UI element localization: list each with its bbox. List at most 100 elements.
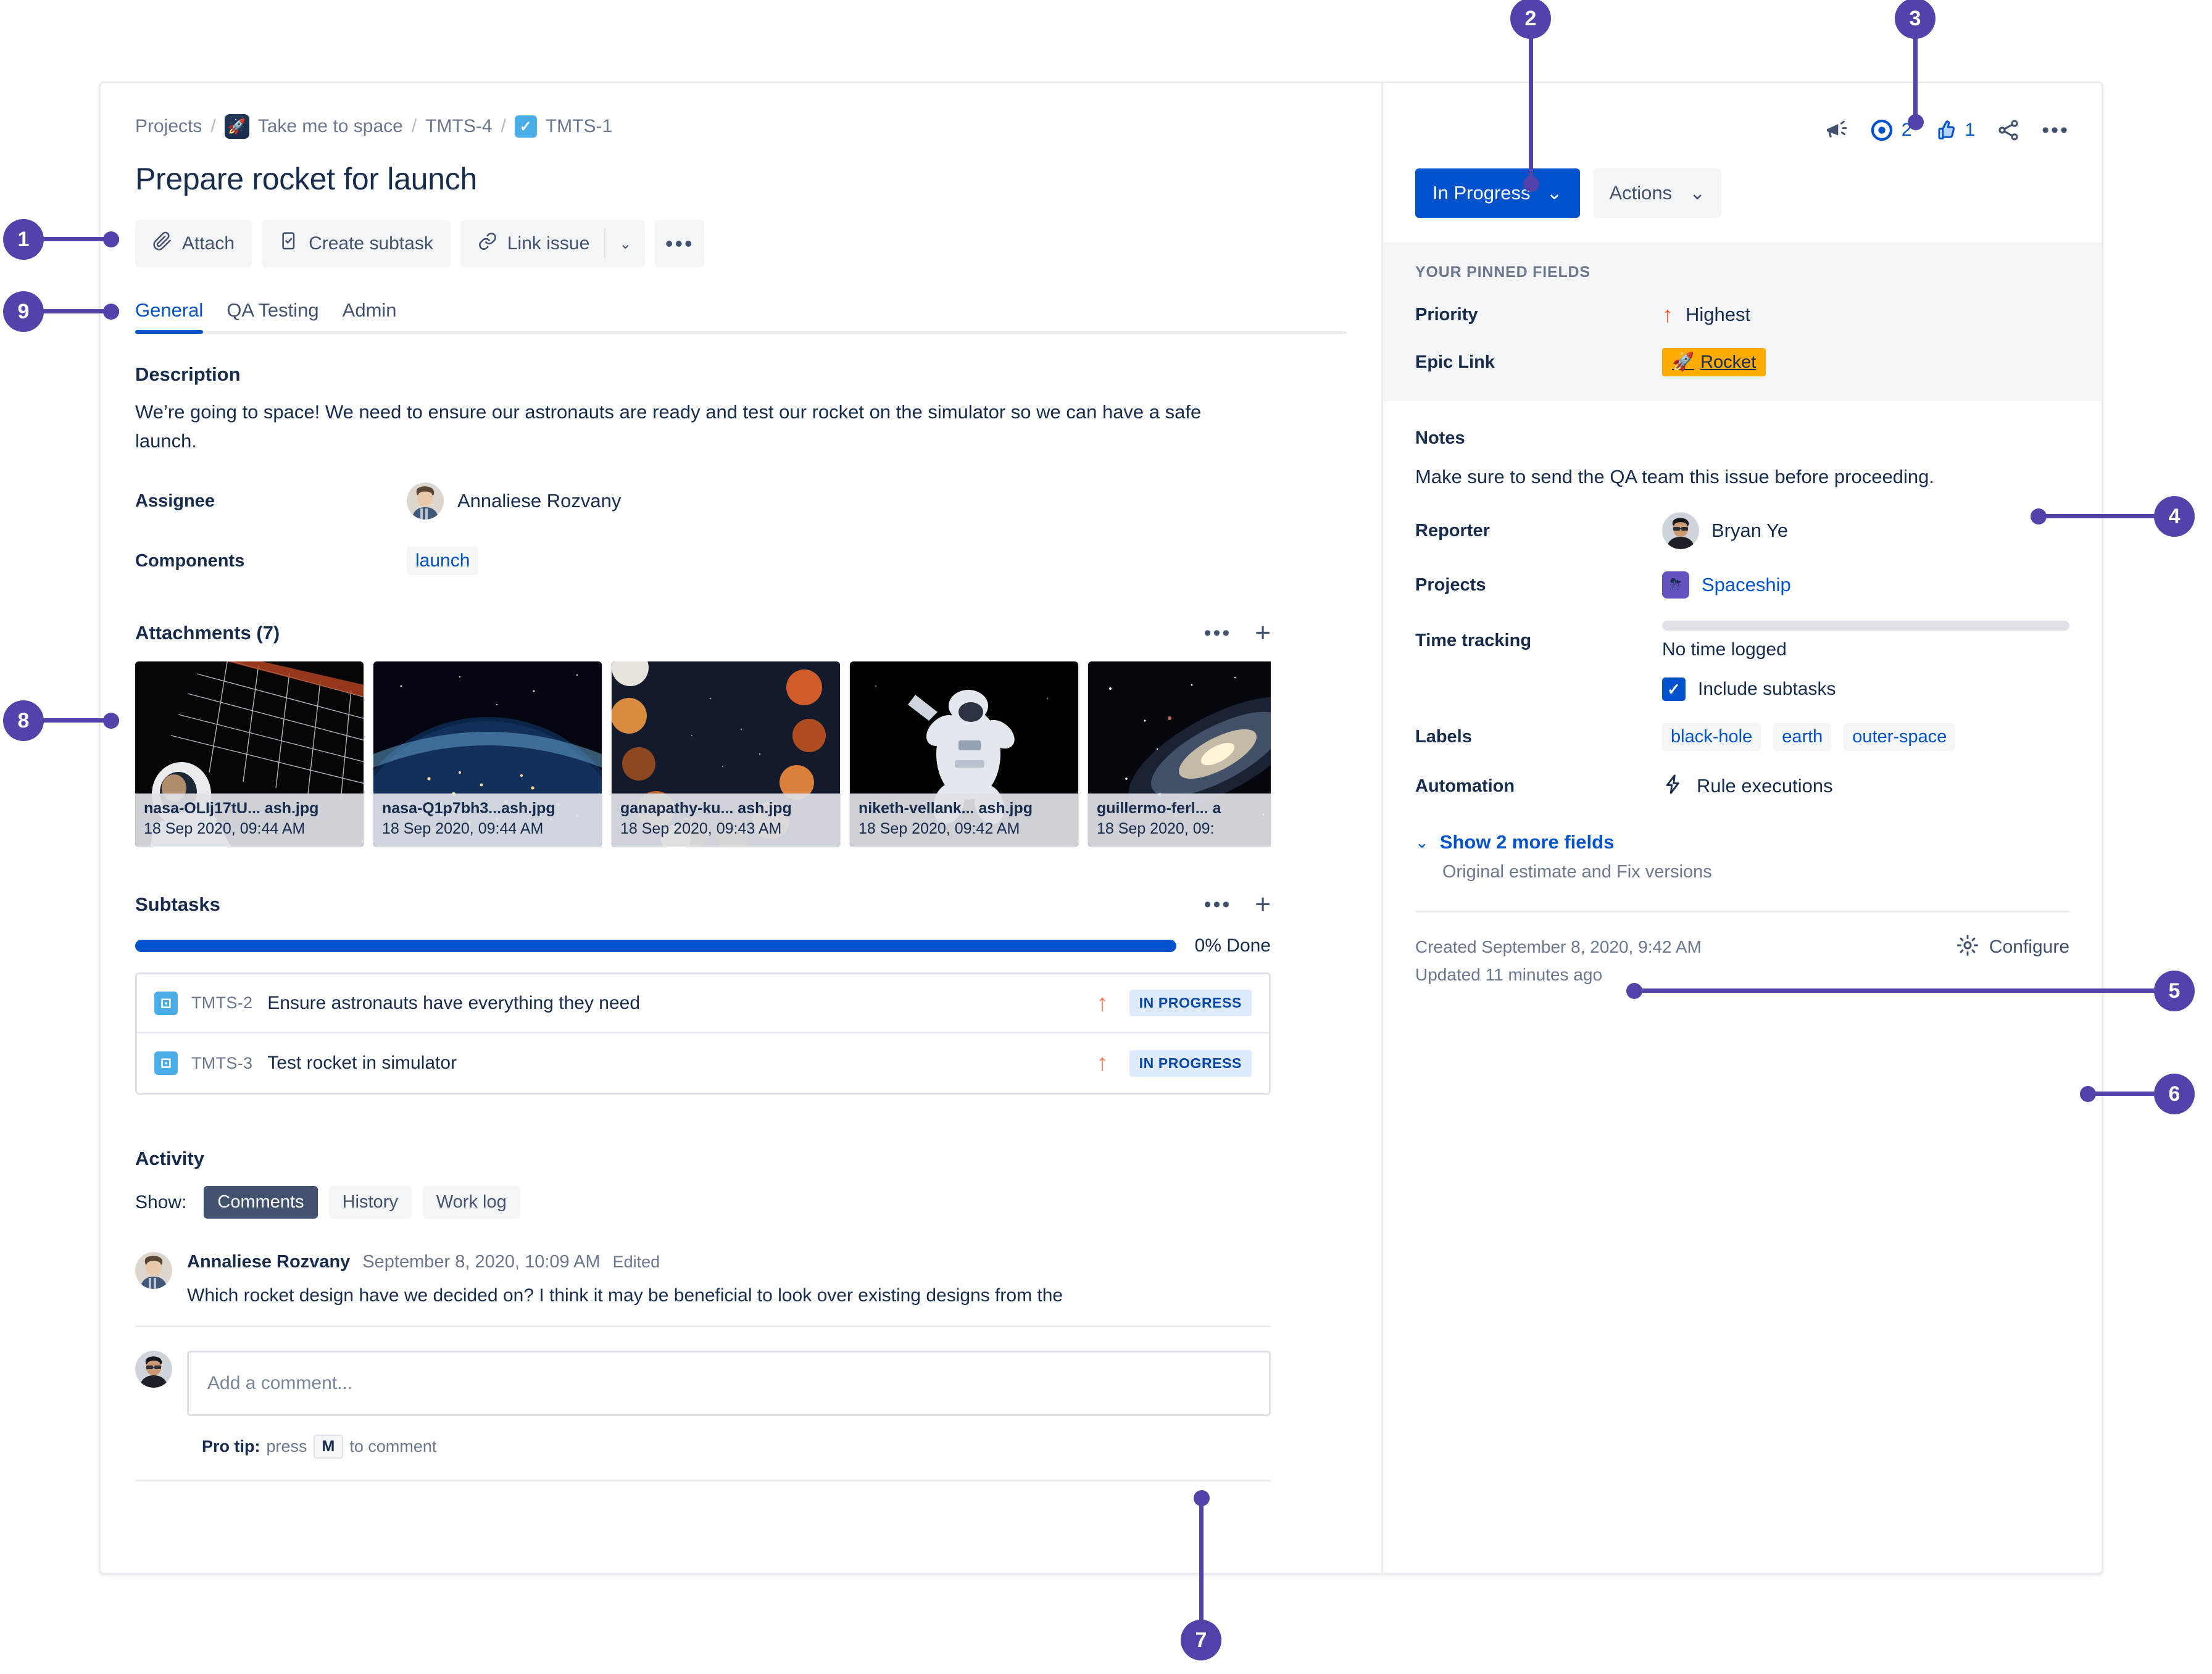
show-more-fields-toggle[interactable]: ⌄ Show 2 more fields [1415, 831, 2069, 853]
tab-general[interactable]: General [135, 299, 204, 334]
activity-heading: Activity [135, 1148, 204, 1169]
priority-value-wrap[interactable]: ↑ Highest [1662, 304, 1750, 326]
assignee-name: Annaliese Rozvany [457, 490, 622, 512]
subtask-summary[interactable]: Test rocket in simulator [267, 1053, 1096, 1074]
comment-edited-flag: Edited [612, 1253, 660, 1271]
comment-author[interactable]: Annaliese Rozvany [187, 1252, 350, 1272]
show-more-fields-label: Show 2 more fields [1439, 831, 1615, 853]
issue-more-options-icon[interactable]: ••• [2042, 119, 2069, 141]
reporter-value-wrap[interactable]: Bryan Ye [1662, 512, 1788, 550]
configure-button[interactable]: Configure [1956, 934, 2069, 960]
spaceship-project-icon: ⛈ [1662, 571, 1689, 599]
actions-dropdown-button[interactable]: Actions ⌄ [1593, 168, 1722, 218]
callout-dot-4 [2031, 508, 2047, 524]
subtasks-more-icon[interactable]: ••• [1204, 893, 1232, 915]
add-comment-input[interactable] [187, 1350, 1271, 1416]
chevron-down-icon[interactable]: ⌄ [605, 220, 645, 267]
projects-value-wrap[interactable]: ⛈ Spaceship [1662, 571, 1791, 599]
description-heading: Description [135, 363, 241, 385]
progress-label: 0% Done [1194, 935, 1271, 956]
attachment-thumbnail[interactable]: niketh-vellank... ash.jpg 18 Sep 2020, 0… [850, 661, 1078, 847]
status-badge[interactable]: IN PROGRESS [1129, 990, 1252, 1016]
subtask-summary[interactable]: Ensure astronauts have everything they n… [267, 993, 1096, 1014]
assignee-value-wrap[interactable]: Annaliese Rozvany [407, 483, 621, 520]
notes-label: Notes [1415, 428, 1465, 448]
attachment-thumbnail[interactable]: ganapathy-ku... ash.jpg 18 Sep 2020, 09:… [612, 661, 840, 847]
subtask-key[interactable]: TMTS-3 [191, 1054, 252, 1073]
label-chip-black-hole[interactable]: black-hole [1662, 723, 1761, 752]
activity-tab-history[interactable]: History [328, 1186, 412, 1219]
notes-value[interactable]: Make sure to send the QA team this issue… [1415, 463, 2069, 490]
page-title: Prepare rocket for launch [135, 162, 477, 196]
tab-admin[interactable]: Admin [343, 299, 397, 331]
watch-icon-group[interactable]: 2 [1869, 118, 1912, 143]
rocket-icon: 🚀 [1672, 352, 1695, 372]
subtask-key[interactable]: TMTS-2 [191, 993, 252, 1013]
callout-dot-2 [1523, 176, 1539, 192]
like-icon-group[interactable]: 1 [1933, 118, 1975, 143]
subtasks-actions: ••• + [1204, 891, 1271, 918]
automation-value-wrap[interactable]: Rule executions [1662, 773, 1833, 799]
table-row[interactable]: ⊡ TMTS-3 Test rocket in simulator ↑ IN P… [137, 1034, 1269, 1093]
project-name[interactable]: Spaceship [1702, 574, 1791, 596]
attach-button[interactable]: Attach [135, 220, 252, 267]
attachment-date: 18 Sep 2020, 09:44 AM [382, 820, 544, 837]
pro-tip: Pro tip: press M to comment [202, 1434, 1347, 1459]
chevron-down-icon: ⌄ [1546, 182, 1563, 204]
share-icon[interactable] [1996, 118, 2021, 143]
label-chip-outer-space[interactable]: outer-space [1844, 723, 1956, 752]
attachment-thumbnail[interactable]: nasa-Q1p7bh3...ash.jpg 18 Sep 2020, 09:4… [373, 661, 602, 847]
callout-dot-1 [103, 231, 119, 247]
include-subtasks-checkbox[interactable]: ✓ [1662, 677, 1686, 702]
callout-badge-9: 9 [3, 291, 44, 332]
attachment-meta: niketh-vellank... ash.jpg 18 Sep 2020, 0… [850, 793, 1078, 847]
attachments-strip[interactable]: nasa-OLIj17tU... ash.jpg 18 Sep 2020, 09… [135, 661, 1271, 847]
attachments-more-icon[interactable]: ••• [1204, 622, 1232, 644]
attachment-thumbnail[interactable]: guillermo-ferl... a 18 Sep 2020, 09: [1088, 661, 1271, 847]
comment-body: Annaliese Rozvany September 8, 2020, 10:… [187, 1252, 1271, 1309]
avatar [1662, 512, 1699, 550]
attachment-meta: nasa-OLIj17tU... ash.jpg 18 Sep 2020, 09… [135, 793, 364, 847]
more-actions-button[interactable]: ••• [655, 220, 705, 267]
callout-line-4 [2037, 514, 2160, 518]
epic-chip[interactable]: 🚀 Rocket [1662, 348, 1766, 376]
component-chip-launch[interactable]: launch [407, 547, 479, 575]
priority-label: Priority [1415, 304, 1478, 325]
breadcrumb-separator-3: / [501, 116, 506, 136]
subtasks-add-icon[interactable]: + [1255, 891, 1271, 918]
description-text[interactable]: We’re going to space! We need to ensure … [135, 398, 1246, 455]
feedback-megaphone-icon[interactable] [1824, 118, 1848, 143]
breadcrumb-projects[interactable]: Projects [135, 116, 202, 137]
callout-line-5 [1632, 988, 2160, 993]
status-badge[interactable]: IN PROGRESS [1129, 1050, 1252, 1077]
automation-label: Automation [1415, 776, 1515, 796]
table-row[interactable]: ⊡ TMTS-2 Ensure astronauts have everythi… [137, 974, 1269, 1034]
tab-qa-testing[interactable]: QA Testing [227, 299, 318, 331]
breadcrumb-parent-key[interactable]: TMTS-4 [425, 116, 492, 137]
activity-tab-work-log[interactable]: Work log [422, 1186, 520, 1219]
attachments-heading: Attachments (7) [135, 622, 280, 644]
attachments-actions: ••• + [1204, 619, 1271, 647]
labels-value-wrap: black-hole earth outer-space [1662, 723, 1956, 752]
screenshot-root: 2 3 1 9 8 4 5 6 7 Projects / 🚀 Take me t… [0, 0, 2212, 1674]
callout-dot-6 [2080, 1086, 2096, 1102]
details-panel: Notes Make sure to send the QA team this… [1383, 428, 2102, 989]
progress-bar [135, 940, 1176, 952]
issue-card: Projects / 🚀 Take me to space / TMTS-4 /… [99, 81, 2103, 1575]
breadcrumb-issue-key[interactable]: TMTS-1 [546, 116, 612, 137]
link-issue-button[interactable]: Link issue [460, 220, 604, 267]
callout-line-6 [2086, 1092, 2160, 1096]
attachment-thumbnail[interactable]: nasa-OLIj17tU... ash.jpg 18 Sep 2020, 09… [135, 661, 364, 847]
components-field: Components launch [135, 547, 1347, 575]
time-tracking-value: No time logged [1662, 639, 1787, 660]
label-chip-earth[interactable]: earth [1773, 723, 1832, 752]
attachments-add-icon[interactable]: + [1255, 619, 1271, 647]
time-tracking-value-wrap[interactable]: No time logged [1662, 621, 2069, 660]
create-subtask-button[interactable]: Create subtask [262, 220, 451, 267]
breadcrumb-project-name[interactable]: Take me to space [258, 116, 403, 137]
components-label: Components [135, 550, 245, 571]
activity-tab-comments[interactable]: Comments [204, 1186, 318, 1219]
paperclip-icon [152, 231, 172, 256]
status-dropdown-button[interactable]: In Progress ⌄ [1415, 168, 1580, 218]
callout-dot-5 [1626, 983, 1642, 999]
